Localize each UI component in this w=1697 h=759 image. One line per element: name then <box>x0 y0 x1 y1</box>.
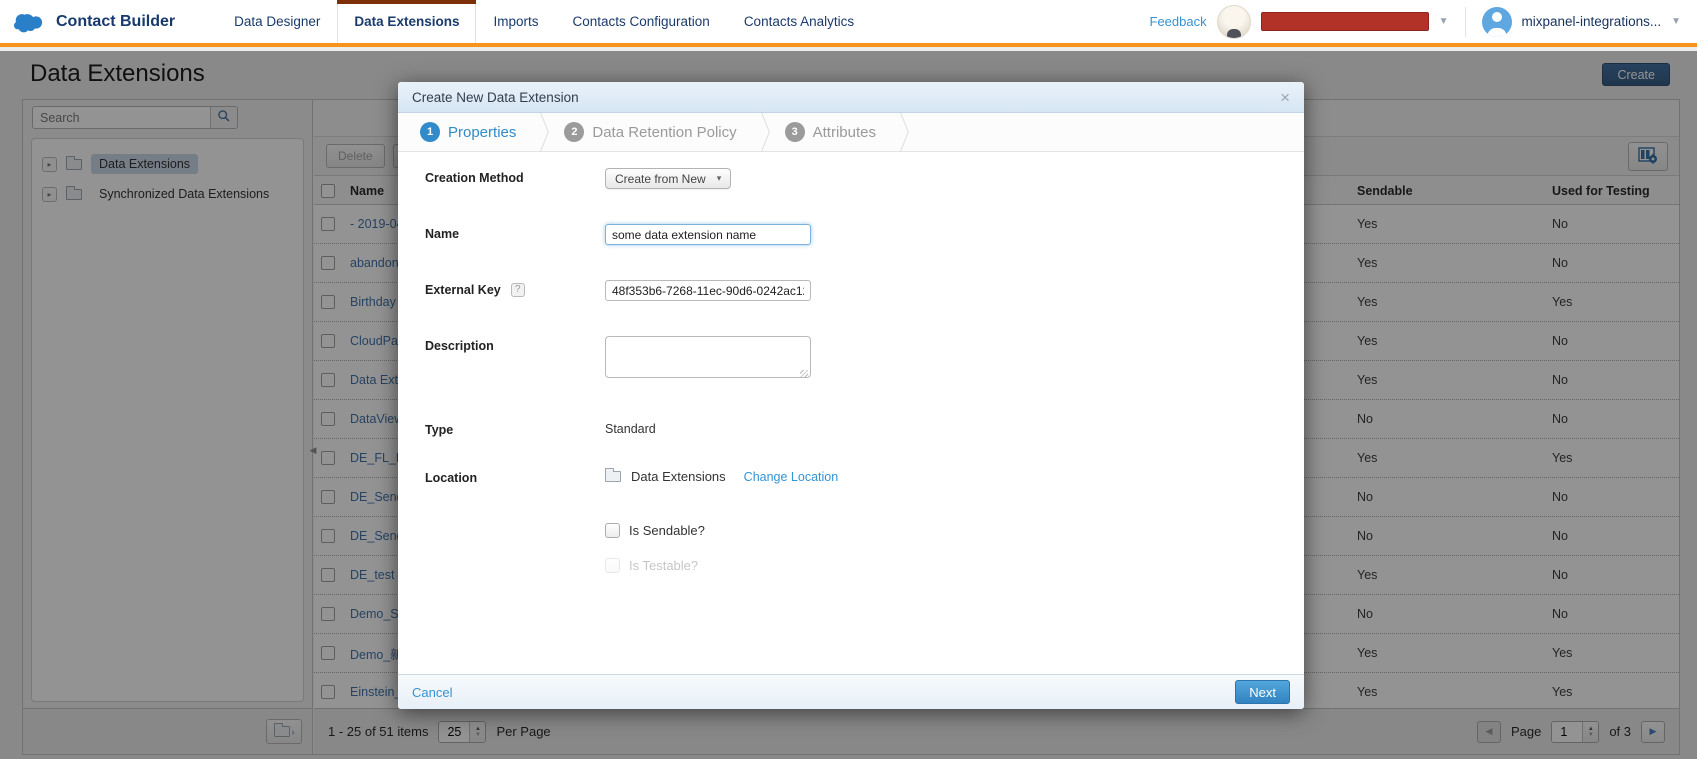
change-location-link[interactable]: Change Location <box>744 470 839 484</box>
is-sendable-label: Is Sendable? <box>629 523 705 538</box>
description-row: Description <box>425 336 811 383</box>
location-label: Location <box>425 468 605 485</box>
user-avatar-icon <box>1482 7 1512 37</box>
step-chevron-divider <box>892 113 908 151</box>
type-label: Type <box>425 420 605 437</box>
type-row: Type Standard <box>425 420 656 437</box>
nav-right-cluster: Feedback ▼ mixpanel-integrations... ▼ <box>1150 0 1697 43</box>
description-label: Description <box>425 336 605 353</box>
name-row: Name <box>425 224 811 245</box>
tab-contacts-configuration[interactable]: Contacts Configuration <box>555 0 726 43</box>
location-row: Location Data Extensions Change Location <box>425 468 838 485</box>
salesforce-cloud-icon <box>14 11 46 33</box>
step-number-badge: 3 <box>785 122 805 142</box>
step-data-retention-policy[interactable]: 2 Data Retention Policy <box>554 122 746 142</box>
step-label: Attributes <box>813 124 876 141</box>
redacted-account-name <box>1261 12 1429 31</box>
brand-label: Contact Builder <box>56 13 175 31</box>
primary-tabs: Data Designer Data Extensions Imports Co… <box>217 0 871 43</box>
wizard-steps: 1 Properties 2 Data Retention Policy 3 A… <box>398 113 1304 152</box>
modal-body: Creation Method Create from New ▾ Name E… <box>398 152 1304 674</box>
folder-icon <box>605 471 621 482</box>
tab-imports[interactable]: Imports <box>476 0 555 43</box>
creation-method-value: Create from New <box>615 172 706 186</box>
user-menu-label[interactable]: mixpanel-integrations... <box>1522 14 1662 29</box>
feedback-link[interactable]: Feedback <box>1150 14 1207 29</box>
is-sendable-checkbox[interactable] <box>605 523 620 538</box>
creation-method-dropdown[interactable]: Create from New ▾ <box>605 168 731 189</box>
tab-data-extensions[interactable]: Data Extensions <box>337 0 476 43</box>
step-chevron-divider <box>753 113 769 151</box>
brand[interactable]: Contact Builder <box>14 0 175 43</box>
chevron-down-icon: ▾ <box>717 173 722 184</box>
external-key-input[interactable] <box>605 280 811 301</box>
external-key-row: External Key? <box>425 280 811 301</box>
step-number-badge: 2 <box>564 122 584 142</box>
nav-divider <box>1465 7 1466 37</box>
step-label: Properties <box>448 124 516 141</box>
next-button[interactable]: Next <box>1235 680 1290 704</box>
creation-method-label: Creation Method <box>425 168 605 185</box>
top-nav: Contact Builder Data Designer Data Exten… <box>0 0 1697 47</box>
help-icon[interactable]: ? <box>511 283 525 297</box>
step-chevron-divider <box>532 113 548 151</box>
step-attributes[interactable]: 3 Attributes <box>775 122 886 142</box>
is-testable-row: Is Testable? <box>605 558 698 573</box>
external-key-label: External Key? <box>425 280 605 297</box>
user-caret-icon[interactable]: ▼ <box>1671 16 1681 27</box>
close-icon[interactable]: × <box>1280 89 1290 106</box>
creation-method-row: Creation Method Create from New ▾ <box>425 168 731 189</box>
step-label: Data Retention Policy <box>592 124 736 141</box>
einstein-avatar[interactable] <box>1217 5 1251 39</box>
step-properties[interactable]: 1 Properties <box>410 122 526 142</box>
tab-data-designer[interactable]: Data Designer <box>217 0 337 43</box>
modal-title: Create New Data Extension <box>412 90 579 105</box>
name-label: Name <box>425 224 605 241</box>
step-number-badge: 1 <box>420 122 440 142</box>
is-testable-label: Is Testable? <box>629 558 698 573</box>
modal-header: Create New Data Extension × <box>398 82 1304 113</box>
app-root: Contact Builder Data Designer Data Exten… <box>0 0 1697 759</box>
type-value: Standard <box>605 420 656 436</box>
description-textarea[interactable] <box>605 336 811 378</box>
name-input[interactable] <box>605 224 811 245</box>
is-testable-checkbox <box>605 558 620 573</box>
is-sendable-row: Is Sendable? <box>605 523 705 538</box>
cancel-link[interactable]: Cancel <box>412 685 452 700</box>
modal-footer: Cancel Next <box>398 674 1304 709</box>
account-caret-icon[interactable]: ▼ <box>1439 16 1449 27</box>
tab-contacts-analytics[interactable]: Contacts Analytics <box>727 0 871 43</box>
create-data-extension-modal: Create New Data Extension × 1 Properties… <box>398 82 1304 709</box>
location-value: Data Extensions <box>631 469 726 484</box>
